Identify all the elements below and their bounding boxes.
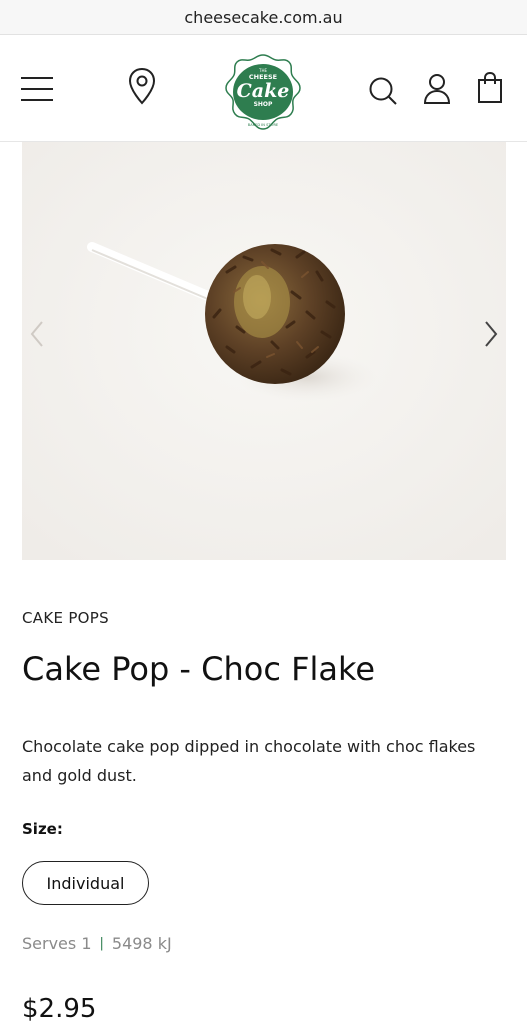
size-label: Size:: [22, 820, 63, 838]
chevron-right-icon: [485, 321, 498, 347]
site-header: THE CHEESE Cake SHOP BAKED IN STORE: [0, 35, 527, 142]
meta-separator: |: [99, 936, 104, 951]
search-icon[interactable]: [368, 76, 398, 106]
gallery-prev-button[interactable]: [22, 312, 52, 356]
location-pin-icon[interactable]: [128, 67, 156, 105]
gallery-next-button[interactable]: [476, 312, 506, 356]
logo-text-cake: Cake: [237, 80, 290, 102]
product-meta: Serves 1 | 5498 kJ: [22, 934, 172, 953]
cheesecake-shop-logo[interactable]: THE CHEESE Cake SHOP BAKED IN STORE: [224, 53, 302, 131]
product-image-gallery[interactable]: [22, 142, 506, 560]
user-icon[interactable]: [423, 73, 451, 105]
product-category[interactable]: CAKE POPS: [22, 609, 109, 627]
energy-text: 5498 kJ: [111, 934, 172, 953]
logo-tagline: BAKED IN STORE: [248, 123, 279, 127]
product-image: [22, 142, 506, 560]
hamburger-menu-icon[interactable]: [20, 76, 54, 102]
browser-url-bar[interactable]: cheesecake.com.au: [0, 0, 527, 35]
product-price: $2.95: [22, 994, 97, 1024]
product-title: Cake Pop - Choc Flake: [22, 650, 376, 688]
size-option-individual[interactable]: Individual: [22, 861, 149, 905]
product-description: Chocolate cake pop dipped in chocolate w…: [22, 737, 476, 785]
logo-text-shop: SHOP: [254, 101, 273, 108]
url-text: cheesecake.com.au: [184, 7, 343, 27]
serves-text: Serves 1: [22, 934, 92, 953]
chevron-left-icon: [30, 321, 43, 347]
shopping-bag-icon[interactable]: [477, 72, 503, 104]
